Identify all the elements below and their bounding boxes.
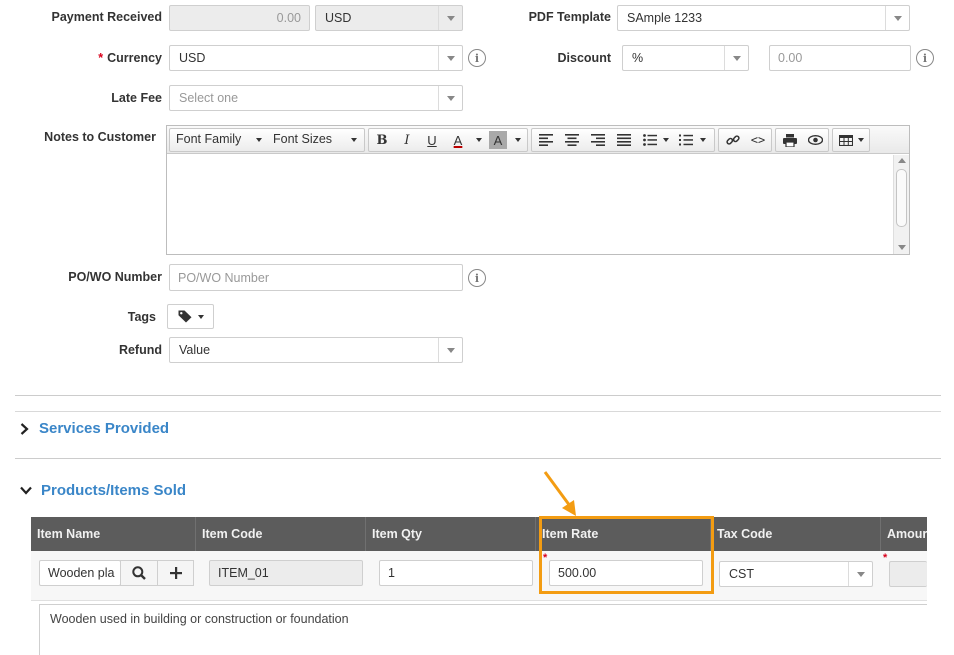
pdf-template-label: PDF Template bbox=[528, 10, 611, 24]
column-header-item-name: Item Name bbox=[37, 527, 101, 541]
services-section-header[interactable]: Services Provided bbox=[20, 420, 169, 437]
background-color-button[interactable]: A bbox=[489, 131, 507, 149]
print-icon[interactable] bbox=[779, 129, 801, 151]
table-controls bbox=[832, 128, 870, 152]
chevron-down-icon bbox=[515, 138, 521, 142]
chevron-down-icon bbox=[700, 138, 706, 142]
alignment-controls bbox=[531, 128, 715, 152]
po-wo-label: PO/WO Number bbox=[68, 270, 162, 284]
discount-label: Discount bbox=[557, 51, 611, 65]
late-fee-label: Late Fee bbox=[111, 91, 162, 105]
po-wo-input[interactable]: PO/WO Number bbox=[169, 264, 463, 291]
chevron-down-icon bbox=[438, 338, 462, 362]
italic-button[interactable]: I bbox=[396, 129, 418, 151]
column-header-item-qty: Item Qty bbox=[365, 517, 535, 551]
font-family-dropdown[interactable]: Font Family bbox=[176, 132, 241, 146]
numbered-list-icon[interactable] bbox=[676, 129, 696, 151]
font-sizes-dropdown[interactable]: Font Sizes bbox=[273, 132, 332, 146]
code-view-icon[interactable]: <> bbox=[747, 129, 769, 151]
align-right-icon[interactable] bbox=[588, 129, 608, 151]
preview-eye-icon[interactable] bbox=[804, 129, 826, 151]
annotation-arrow-icon bbox=[543, 471, 576, 516]
chevron-down-icon bbox=[848, 562, 872, 586]
payment-currency-select[interactable]: USD bbox=[315, 5, 463, 31]
tags-label: Tags bbox=[127, 310, 156, 324]
payment-received-label: Payment Received bbox=[51, 10, 162, 24]
link-icon[interactable] bbox=[722, 129, 744, 151]
chevron-down-icon bbox=[663, 138, 669, 142]
late-fee-select[interactable]: Select one bbox=[169, 85, 463, 111]
editor-toolbar: Font Family Font Sizes B I U A A <> bbox=[167, 126, 909, 154]
chevron-right-icon bbox=[20, 422, 29, 435]
item-name-input[interactable]: Wooden pla bbox=[39, 560, 121, 586]
bold-button[interactable]: B bbox=[371, 129, 393, 151]
items-table-header: Item Name Item Code Item Qty Item Rate T… bbox=[31, 517, 927, 551]
column-header-item-code: Item Code bbox=[195, 517, 365, 551]
scroll-up-icon[interactable] bbox=[898, 158, 906, 163]
column-header-amount: Amour bbox=[880, 517, 927, 551]
chevron-down-icon bbox=[885, 6, 909, 30]
divider bbox=[15, 411, 941, 412]
refund-select[interactable]: Value bbox=[169, 337, 463, 363]
add-item-button[interactable] bbox=[157, 560, 194, 586]
align-left-icon[interactable] bbox=[536, 129, 556, 151]
chevron-down-icon bbox=[476, 138, 482, 142]
format-controls: B I U A A bbox=[368, 128, 528, 152]
currency-select[interactable]: USD bbox=[169, 45, 463, 71]
plus-icon bbox=[169, 567, 182, 579]
item-qty-input[interactable]: 1 bbox=[379, 560, 533, 586]
notes-label: Notes to Customer bbox=[44, 130, 156, 144]
chevron-down-icon bbox=[256, 138, 262, 142]
chevron-down-icon bbox=[20, 486, 32, 495]
divider bbox=[15, 458, 941, 459]
insert-controls: <> bbox=[718, 128, 772, 152]
required-marker: * bbox=[883, 552, 888, 564]
item-code-input[interactable]: ITEM_01 bbox=[209, 560, 363, 586]
view-controls bbox=[775, 128, 829, 152]
scroll-thumb[interactable] bbox=[896, 169, 907, 227]
table-icon[interactable] bbox=[836, 129, 856, 151]
chevron-down-icon bbox=[351, 138, 357, 142]
search-icon bbox=[132, 566, 146, 580]
discount-info-icon[interactable]: i bbox=[916, 49, 934, 67]
bullet-list-icon[interactable] bbox=[640, 129, 660, 151]
products-section-title: Products/Items Sold bbox=[41, 482, 187, 499]
services-section-title: Services Provided bbox=[39, 420, 170, 437]
amount-input[interactable] bbox=[889, 561, 927, 587]
font-controls: Font Family Font Sizes bbox=[169, 128, 365, 152]
notes-editor[interactable]: Font Family Font Sizes B I U A A <> bbox=[166, 125, 910, 255]
scroll-down-icon[interactable] bbox=[898, 245, 906, 250]
editor-scrollbar[interactable] bbox=[893, 155, 909, 254]
item-description-textarea[interactable]: Wooden used in building or construction … bbox=[39, 604, 927, 655]
tax-code-select[interactable]: CST bbox=[719, 561, 873, 587]
highlight-box bbox=[539, 516, 714, 594]
item-search-button[interactable] bbox=[120, 560, 158, 586]
chevron-down-icon bbox=[438, 86, 462, 110]
chevron-down-icon bbox=[438, 46, 462, 70]
tags-dropdown-button[interactable] bbox=[167, 304, 214, 329]
payment-received-input[interactable]: 0.00 bbox=[169, 5, 310, 31]
column-header-tax-code: Tax Code bbox=[710, 517, 880, 551]
divider bbox=[15, 395, 941, 396]
discount-amount-input[interactable]: 0.00 bbox=[769, 45, 911, 71]
chevron-down-icon bbox=[438, 6, 462, 30]
products-section-header[interactable]: Products/Items Sold bbox=[20, 482, 186, 499]
chevron-down-icon bbox=[197, 314, 204, 319]
underline-button[interactable]: U bbox=[421, 129, 443, 151]
discount-type-select[interactable]: % bbox=[622, 45, 749, 71]
tag-icon bbox=[178, 310, 191, 323]
pdf-template-select[interactable]: SAmple 1233 bbox=[617, 5, 910, 31]
align-justify-icon[interactable] bbox=[614, 129, 634, 151]
refund-label: Refund bbox=[118, 343, 162, 357]
align-center-icon[interactable] bbox=[562, 129, 582, 151]
font-color-button[interactable]: A bbox=[447, 129, 469, 151]
chevron-down-icon bbox=[724, 46, 748, 70]
currency-label: * Currency bbox=[98, 51, 162, 65]
po-wo-info-icon[interactable]: i bbox=[468, 269, 486, 287]
chevron-down-icon bbox=[858, 138, 864, 142]
